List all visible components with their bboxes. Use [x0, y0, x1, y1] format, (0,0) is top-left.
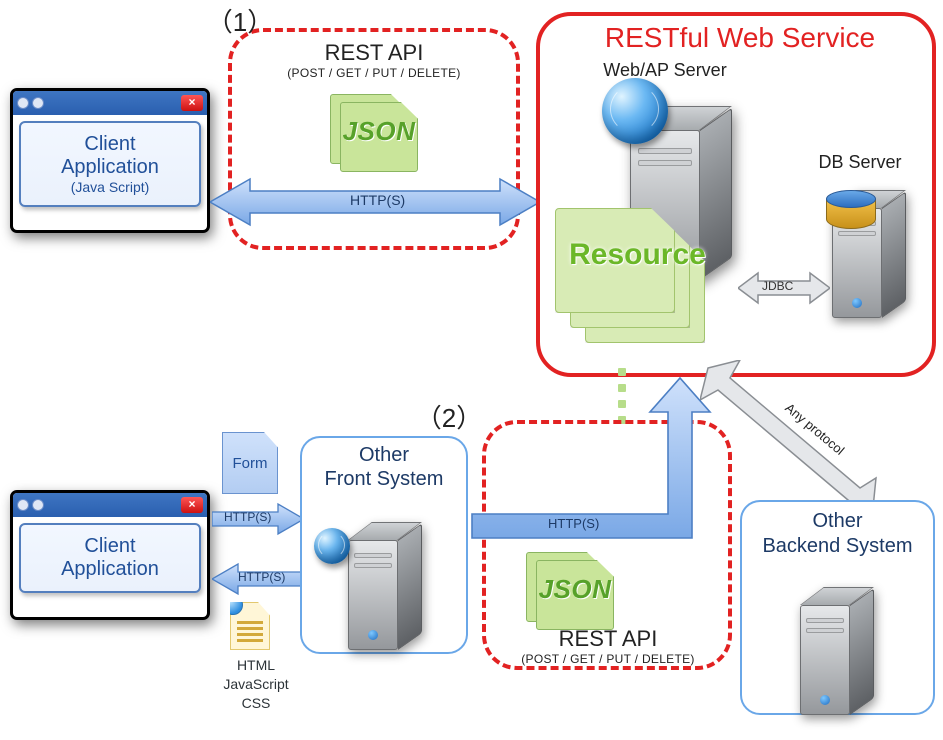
rest-api-2-title: REST API: [490, 626, 726, 652]
window-control-icon: [17, 97, 29, 109]
front-title-1: Other: [300, 444, 468, 467]
globe-icon: [602, 78, 668, 144]
db-server-label: DB Server: [805, 152, 915, 173]
client-app-1-window: × Client Application (Java Script): [10, 88, 210, 233]
http-2-label: HTTP(S): [548, 516, 599, 531]
front-server-icon: [348, 510, 428, 650]
client-app-1-line1: Client: [27, 133, 193, 156]
json-doc-1-label: JSON: [330, 116, 428, 147]
client-app-2-line1: Client: [27, 535, 193, 558]
json-doc-2-label: JSON: [526, 574, 624, 605]
jdbc-label: JDBC: [762, 279, 793, 293]
window-close-icon: ×: [181, 497, 203, 513]
backend-title-1: Other: [740, 510, 935, 533]
window-titlebar: ×: [13, 493, 207, 517]
database-cylinder-icon: [826, 190, 876, 236]
restful-title: RESTful Web Service: [560, 22, 920, 54]
rest-api-1-title: REST API: [240, 40, 508, 66]
http-1-label: HTTP(S): [350, 192, 405, 208]
rest-api-2-subtitle: (POST / GET / PUT / DELETE): [490, 652, 726, 666]
mini-globe-icon-2: [314, 528, 350, 564]
client-app-1-line2: Application: [27, 156, 193, 179]
front-title-2: Front System: [300, 468, 468, 491]
form-label: Form: [233, 455, 268, 472]
backend-title-2: Backend System: [740, 535, 935, 558]
client-app-1-card: Client Application (Java Script): [19, 121, 201, 207]
client-app-2-line2: Application: [27, 558, 193, 581]
form-doc-icon: Form: [222, 432, 278, 494]
backend-server-icon: [800, 575, 880, 715]
window-titlebar: ×: [13, 91, 207, 115]
json-doc-2-icon: JSON: [526, 552, 618, 630]
section-1-number: （1）: [200, 2, 280, 39]
http-to-front-label: HTTP(S): [224, 510, 271, 524]
json-doc-1-icon: JSON: [330, 94, 422, 172]
http-from-front-label: HTTP(S): [238, 570, 285, 584]
mini-globe-icon: [223, 595, 243, 615]
window-control-icon: [32, 97, 44, 109]
rest-api-1-subtitle: (POST / GET / PUT / DELETE): [240, 66, 508, 80]
client-app-2-window: × Client Application: [10, 490, 210, 620]
html-doc-icon: [230, 602, 270, 650]
html-doc-label: HTML JavaScript CSS: [216, 656, 296, 713]
resource-stack-icon: Resource: [555, 208, 705, 358]
client-app-2-card: Client Application: [19, 523, 201, 593]
window-close-icon: ×: [181, 95, 203, 111]
resource-label: Resource: [545, 238, 730, 272]
window-control-icon: [17, 499, 29, 511]
window-control-icon: [32, 499, 44, 511]
webap-server-label: Web/AP Server: [580, 60, 750, 81]
client-app-1-line3: (Java Script): [27, 179, 193, 195]
